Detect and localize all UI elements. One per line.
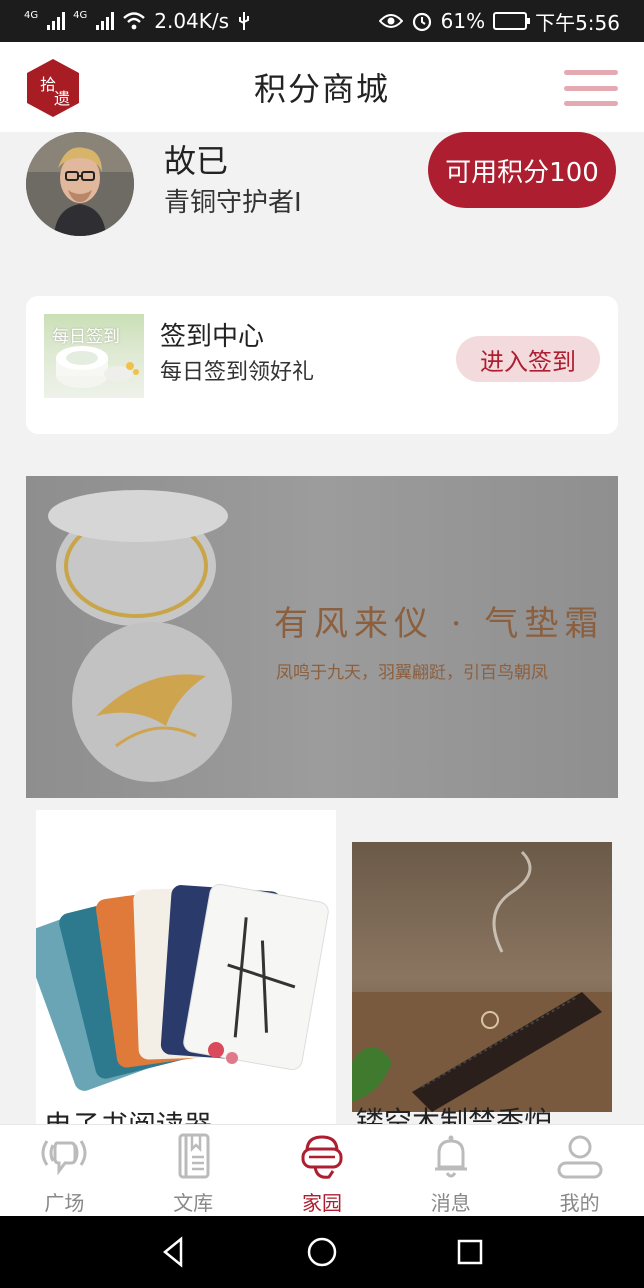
usb-icon (239, 12, 250, 30)
menu-icon[interactable] (564, 70, 618, 106)
vr-headset-icon (301, 1135, 343, 1179)
sign-in-title: 签到中心 (160, 322, 265, 352)
signal-icon (47, 12, 66, 30)
user-icon (557, 1135, 603, 1179)
sign-in-thumbnail: 每日签到 (44, 314, 144, 398)
status-left: 4G 4G 2.04K/s (24, 9, 251, 33)
tab-library[interactable]: 文库 (129, 1125, 258, 1216)
banner-title: 有风来仪 · 气垫霜 (274, 604, 605, 644)
user-rank: 青铜守护者I (164, 188, 302, 218)
book-icon (178, 1133, 210, 1179)
network-type-1: 4G (24, 9, 39, 21)
product-card-incense-holder[interactable] (352, 842, 612, 1112)
sign-in-thumbnail-label: 每日签到 (52, 327, 120, 347)
network-type-2: 4G (73, 9, 88, 21)
system-nav-bar (0, 1216, 644, 1288)
wifi-icon (123, 12, 146, 30)
back-icon[interactable] (157, 1235, 191, 1269)
tab-label: 家园 (301, 1191, 342, 1215)
tab-messages[interactable]: 消息 (386, 1125, 515, 1216)
bottom-tab-bar: 广场 文库 家园 消息 我的 (0, 1124, 644, 1216)
product-image-incense-holder (352, 842, 612, 1112)
signal-icon (96, 12, 115, 30)
available-points-button[interactable]: 可用积分100 (428, 132, 616, 208)
network-speed: 2.04K/s (154, 9, 230, 33)
product-card-ereader[interactable] (36, 810, 336, 1130)
status-right: 61% 下午5:56 (378, 7, 620, 36)
product-image-ereader (36, 810, 336, 1130)
broadcast-icon (41, 1140, 87, 1176)
user-name: 故已 (164, 142, 229, 180)
tab-home[interactable]: 家园 (258, 1125, 387, 1216)
banner-subtitle: 凤鸣于九天，羽翼翩跹，引百鸟朝凤 (276, 663, 548, 683)
sign-in-card[interactable]: 每日签到 签到中心 每日签到领好礼 进入签到 (26, 296, 618, 434)
menu-line (564, 101, 618, 106)
home-icon[interactable] (305, 1235, 339, 1269)
alarm-icon (412, 12, 431, 32)
status-bar: 4G 4G 2.04K/s 61% 下午5:56 (0, 0, 644, 42)
clock: 下午5:56 (535, 10, 620, 35)
avatar-image (26, 132, 134, 236)
sign-in-subtitle: 每日签到领好礼 (160, 360, 315, 385)
app-header: 拾 遗 积分商城 (0, 42, 644, 132)
tab-label: 消息 (430, 1191, 471, 1215)
tab-label: 广场 (44, 1191, 85, 1215)
logo-text-2: 遗 (54, 89, 70, 108)
avatar[interactable] (26, 132, 134, 236)
tab-label: 我的 (559, 1191, 600, 1215)
enter-sign-in-button[interactable]: 进入签到 (456, 336, 600, 382)
tab-square[interactable]: 广场 (0, 1125, 129, 1216)
page-title: 积分商城 (253, 70, 390, 108)
eye-icon (378, 14, 403, 28)
recents-icon[interactable] (453, 1235, 487, 1269)
menu-line (564, 85, 618, 91)
battery-percent: 61% (440, 9, 486, 33)
app-logo-icon[interactable]: 拾 遗 (26, 58, 80, 118)
promo-banner[interactable]: 有风来仪 · 气垫霜 凤鸣于九天，羽翼翩跹，引百鸟朝凤 (26, 476, 618, 798)
tab-label: 文库 (173, 1191, 214, 1215)
menu-line (564, 70, 618, 75)
bell-icon (434, 1135, 467, 1178)
tab-me[interactable]: 我的 (515, 1125, 644, 1216)
battery-icon (493, 12, 531, 30)
profile-section: 故已 青铜守护者I 可用积分100 (0, 132, 644, 252)
